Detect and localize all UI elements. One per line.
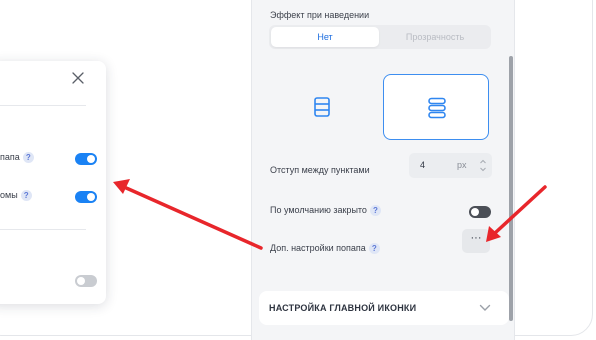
more-settings-button[interactable]: ··· <box>462 229 490 253</box>
layout-option-list[interactable] <box>269 74 375 140</box>
help-icon[interactable]: ? <box>20 190 32 202</box>
item-spacing-unit: px <box>457 160 467 170</box>
item-spacing-value: 4 <box>420 160 426 170</box>
closed-by-default-label: По умолчанию закрыто? <box>270 205 381 217</box>
extra-popup-settings-label: Доп. настройки попапа? <box>270 243 380 255</box>
accordion-title: НАСТРОЙКА ГЛАВНОЙ ИКОНКИ <box>269 303 417 313</box>
chevron-down-icon <box>479 304 491 311</box>
help-icon[interactable]: ? <box>368 243 380 255</box>
item-spacing-input[interactable]: 4 px <box>409 153 492 178</box>
popup-divider <box>0 105 86 106</box>
hover-effect-segmented-control: Нет Прозрачность <box>269 25 491 49</box>
close-icon[interactable] <box>70 70 86 86</box>
popup-toggle-1[interactable] <box>75 153 97 165</box>
popup-row-3 <box>0 273 106 289</box>
list-layout-icon <box>314 97 330 117</box>
popup-row-2: омы? <box>0 189 106 205</box>
item-spacing-label: Отступ между пунктами <box>270 165 370 175</box>
help-icon[interactable]: ? <box>369 205 381 217</box>
help-icon[interactable]: ? <box>22 152 34 164</box>
rounded-list-layout-icon <box>428 97 446 119</box>
popup-settings-window: папа? омы? <box>0 61 106 304</box>
popup-divider <box>0 229 86 230</box>
closed-by-default-toggle[interactable] <box>469 206 491 218</box>
popup-row-label: омы? <box>0 190 32 202</box>
popup-row-label: папа? <box>0 152 34 164</box>
hover-effect-label: Эффект при наведении <box>270 10 370 20</box>
spinner-arrows-icon[interactable] <box>479 157 487 174</box>
popup-row-1: папа? <box>0 151 106 167</box>
panel-scrollbar[interactable] <box>509 56 513 321</box>
hover-option-none[interactable]: Нет <box>271 27 379 47</box>
hover-option-transparency[interactable]: Прозрачность <box>381 27 489 47</box>
main-icon-settings-accordion[interactable]: НАСТРОЙКА ГЛАВНОЙ ИКОНКИ <box>259 291 509 325</box>
popup-toggle-2[interactable] <box>75 191 97 203</box>
popup-toggle-3[interactable] <box>75 275 97 287</box>
layout-option-rounded-list[interactable] <box>383 74 489 140</box>
settings-panel: Эффект при наведении Нет Прозрачность От… <box>251 0 515 340</box>
